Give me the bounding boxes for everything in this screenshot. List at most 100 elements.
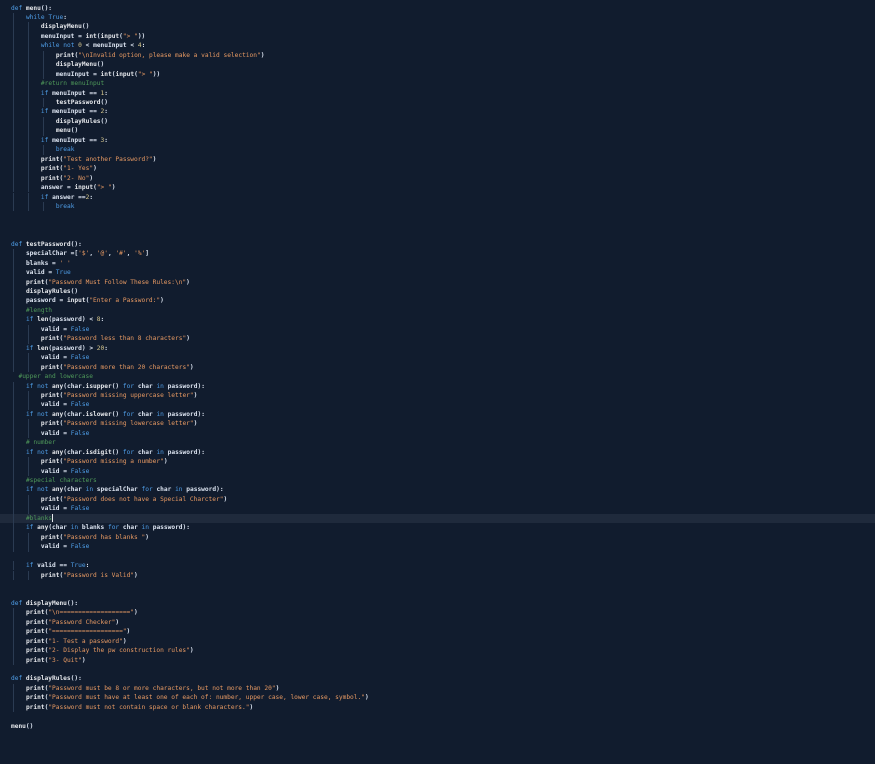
code-line[interactable]: displayRules() <box>0 287 875 297</box>
code-line[interactable]: print("2- No") <box>0 173 875 184</box>
code-line[interactable]: if not any(char.isupper() for char in pa… <box>0 381 875 391</box>
code-line-current[interactable]: #blanks <box>0 513 875 524</box>
code-line[interactable]: menuInput = int(input("> ")) <box>0 69 875 80</box>
code-editor[interactable]: def menu(): while True: displayMenu() me… <box>0 0 875 764</box>
code-line[interactable]: print("Test another Password?") <box>0 154 875 165</box>
code-text: print("Password more than 20 characters"… <box>40 363 194 371</box>
code-line[interactable]: displayMenu() <box>0 60 875 70</box>
code-line[interactable] <box>0 230 875 239</box>
code-line[interactable]: def displayRules(): <box>0 674 875 683</box>
code-line[interactable]: #return menuInput <box>0 79 875 89</box>
code-line[interactable]: if valid == True: <box>0 561 875 571</box>
code-line[interactable] <box>0 221 875 230</box>
code-text: if any(char in blanks for char in passwo… <box>25 524 190 532</box>
code-line[interactable]: valid = False <box>0 542 875 552</box>
code-line[interactable]: if len(password) < 8: <box>0 315 875 325</box>
code-text: print("\n===================") <box>25 609 138 617</box>
code-line[interactable]: answer = input("> ") <box>0 183 875 193</box>
code-line[interactable]: print("Password has blanks ") <box>0 532 875 543</box>
code-text: menu() <box>55 127 79 135</box>
code-line[interactable]: if not any(char in specialChar for char … <box>0 485 875 495</box>
code-line[interactable]: break <box>0 145 875 155</box>
code-line[interactable]: print("1- Test a password") <box>0 636 875 647</box>
code-line[interactable]: print("Password does not have a Special … <box>0 494 875 505</box>
code-text: displayMenu() <box>40 23 90 31</box>
code-line[interactable]: menu() <box>0 126 875 136</box>
code-line[interactable]: while not 0 < menuInput < 4: <box>0 41 875 51</box>
code-line[interactable]: print("\nInvalid option, please make a v… <box>0 50 875 61</box>
code-line[interactable]: valid = False <box>0 504 875 514</box>
code-line[interactable]: #upper and lowercase <box>0 372 875 381</box>
code-text: displayRules() <box>25 288 79 295</box>
code-text: def menu(): <box>11 4 53 12</box>
code-text: print("Password does not have a Special … <box>40 495 228 503</box>
code-text: menuInput = int(input("> ")) <box>40 32 146 40</box>
code-line[interactable]: print("Password missing a number") <box>0 457 875 467</box>
code-line[interactable] <box>0 580 875 589</box>
code-text: valid = False <box>40 401 90 409</box>
code-line[interactable] <box>0 552 875 561</box>
code-text: password = input("Enter a Password:") <box>25 297 164 305</box>
code-line[interactable]: menuInput = int(input("> ")) <box>0 31 875 42</box>
code-line[interactable]: testPassword() <box>0 98 875 108</box>
code-line[interactable]: if menuInput == 3: <box>0 135 875 146</box>
code-line[interactable] <box>0 712 875 721</box>
code-line[interactable]: displayRules() <box>0 116 875 127</box>
code-text: valid = False <box>40 325 90 333</box>
code-line[interactable] <box>0 589 875 598</box>
code-line[interactable]: print("Password Checker") <box>0 617 875 628</box>
code-line[interactable]: print("1- Yes") <box>0 164 875 174</box>
code-text: #upper and lowercase <box>18 373 93 381</box>
code-line[interactable]: #length <box>0 305 875 316</box>
code-line[interactable]: while True: <box>0 12 875 23</box>
code-line[interactable]: print("Password missing uppercase letter… <box>0 390 875 401</box>
code-line[interactable]: if not any(char.islower() for char in pa… <box>0 409 875 420</box>
code-line[interactable]: print("Password less than 8 characters") <box>0 334 875 344</box>
code-line[interactable]: break <box>0 201 875 212</box>
code-text: break <box>55 202 75 210</box>
code-line[interactable]: print("Password must be 8 or more charac… <box>0 683 875 694</box>
code-text: answer = input("> ") <box>40 184 116 192</box>
code-line[interactable]: #special characters <box>0 476 875 486</box>
code-line[interactable]: print("Password missing lowercase letter… <box>0 419 875 429</box>
code-line[interactable]: valid = False <box>0 324 875 335</box>
code-text: print("===================") <box>25 628 131 636</box>
code-line[interactable]: print("Password more than 20 characters"… <box>0 362 875 373</box>
code-text: if not any(char in specialChar for char … <box>25 486 224 494</box>
code-line[interactable]: if menuInput == 2: <box>0 107 875 117</box>
code-line[interactable]: print("3- Quit") <box>0 655 875 665</box>
code-line[interactable]: if menuInput == 1: <box>0 88 875 98</box>
code-line[interactable]: print("Password must have at least one o… <box>0 693 875 703</box>
code-line[interactable]: specialChar =['$', '@', '#', '%'] <box>0 249 875 259</box>
code-line[interactable]: print("===================") <box>0 627 875 637</box>
code-text: #length <box>25 306 53 314</box>
code-line[interactable]: blanks = ' ' <box>0 258 875 269</box>
code-line[interactable]: displayMenu() <box>0 22 875 32</box>
code-line[interactable]: if answer ==2: <box>0 192 875 202</box>
code-text: print("Password missing lowercase letter… <box>40 420 198 428</box>
code-line[interactable]: valid = False <box>0 428 875 439</box>
code-line[interactable]: if not any(char.isdigit() for char in pa… <box>0 447 875 458</box>
code-line[interactable]: valid = False <box>0 466 875 476</box>
code-line[interactable] <box>0 665 875 674</box>
code-line[interactable]: valid = False <box>0 400 875 410</box>
code-line[interactable]: print("Password must not contain space o… <box>0 702 875 713</box>
code-line[interactable]: def menu(): <box>0 4 875 13</box>
code-text: print("Password missing a number") <box>40 458 168 466</box>
code-line[interactable]: print("Password is Valid") <box>0 570 875 580</box>
code-line[interactable]: valid = True <box>0 268 875 278</box>
code-line[interactable]: def testPassword(): <box>0 240 875 249</box>
code-line[interactable]: menu() <box>0 722 875 731</box>
code-line[interactable]: password = input("Enter a Password:") <box>0 296 875 306</box>
code-line[interactable]: if len(password) > 20: <box>0 343 875 354</box>
code-line[interactable]: if any(char in blanks for char in passwo… <box>0 523 875 533</box>
code-line[interactable]: def displayMenu(): <box>0 599 875 608</box>
code-line[interactable]: print("\n===================") <box>0 608 875 618</box>
code-text: valid = True <box>25 269 71 277</box>
code-line[interactable]: print("Password Must Follow These Rules:… <box>0 277 875 287</box>
code-line[interactable]: valid = False <box>0 353 875 363</box>
code-line[interactable]: # number <box>0 438 875 448</box>
code-line[interactable] <box>0 211 875 220</box>
code-text: if answer ==2: <box>40 193 94 201</box>
code-line[interactable]: print("2- Display the pw construction ru… <box>0 646 875 656</box>
